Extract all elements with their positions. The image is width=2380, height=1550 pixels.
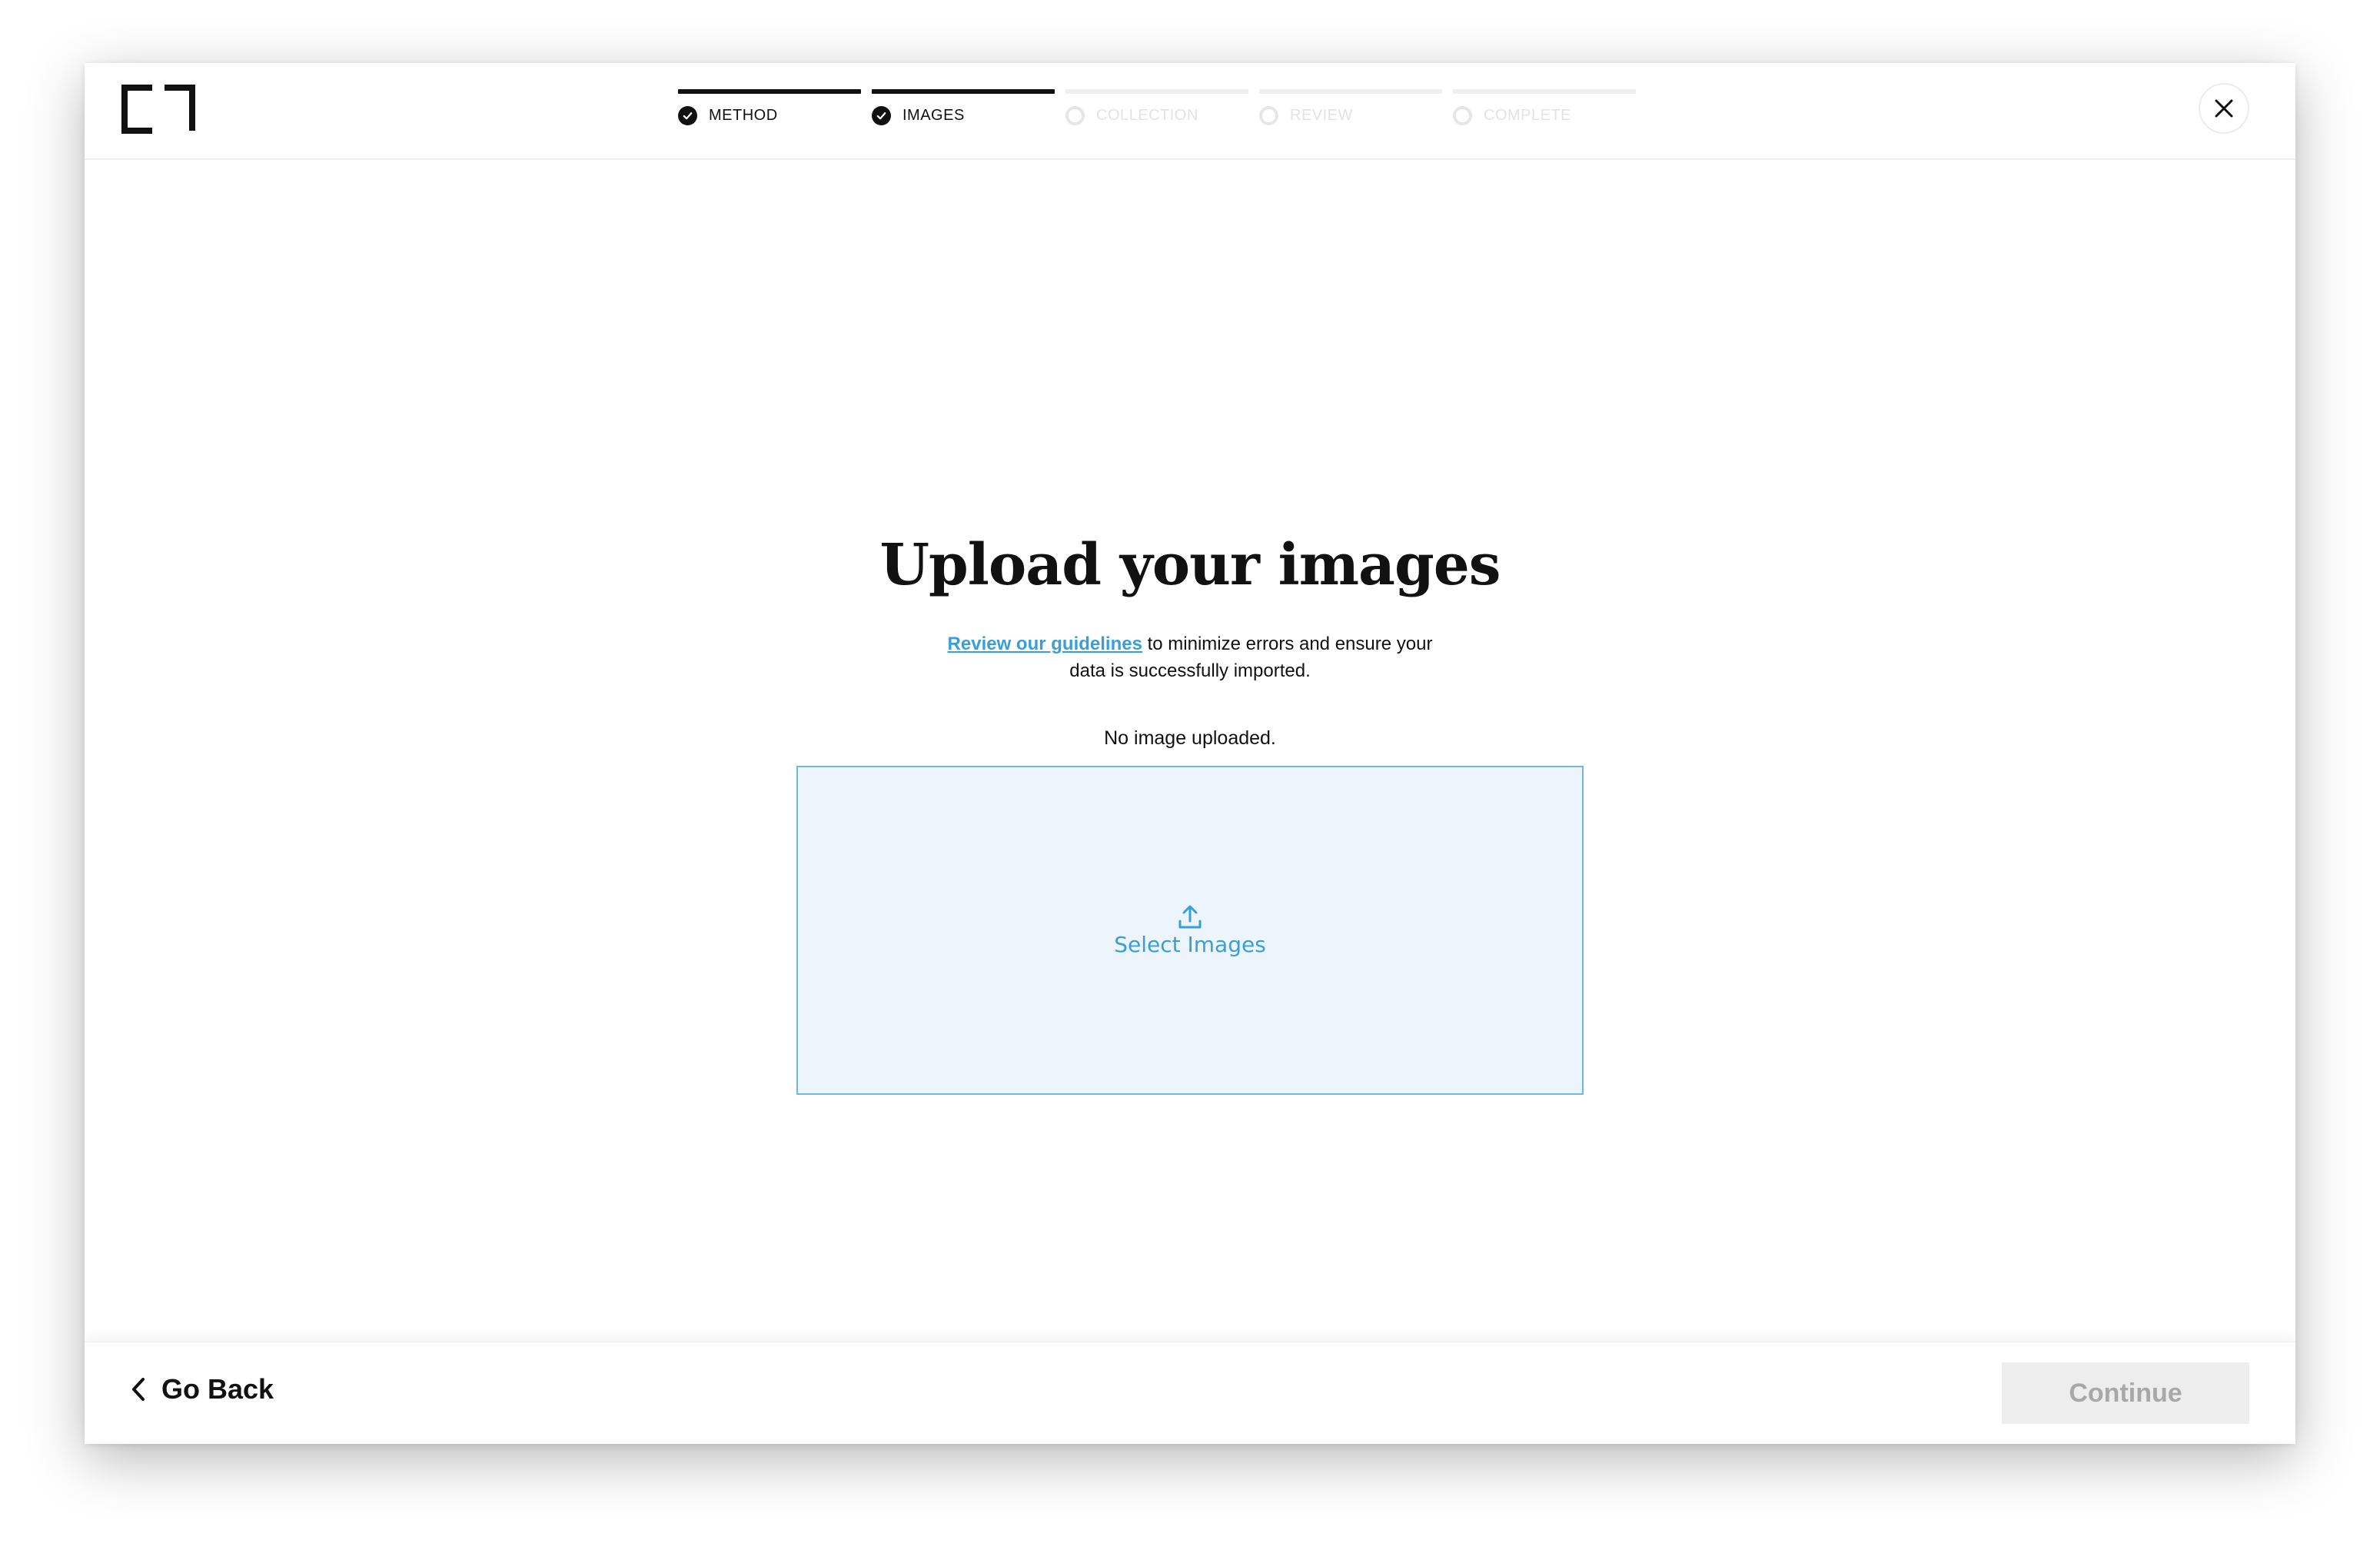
step-bar (872, 89, 1055, 94)
step-label: METHOD (709, 107, 778, 124)
continue-button[interactable]: Continue (2002, 1362, 2249, 1424)
wizard-header: METHOD IMAGES COLLECTION REVIEW COMPLETE (85, 63, 2295, 160)
guidelines-description: Review our guidelines to minimize errors… (929, 630, 1451, 684)
go-back-button[interactable]: Go Back (129, 1373, 274, 1405)
chevron-left-icon (132, 1378, 145, 1401)
progress-steps: METHOD IMAGES COLLECTION REVIEW COMPLETE (678, 89, 1636, 125)
circle-icon (1453, 106, 1472, 125)
step-method: METHOD (678, 89, 861, 125)
close-button[interactable] (2199, 83, 2249, 134)
image-dropzone[interactable]: Select Images (796, 766, 1584, 1095)
step-review: REVIEW (1259, 89, 1442, 125)
step-label: COMPLETE (1484, 107, 1572, 124)
step-bar (1453, 89, 1636, 94)
brand-logo-icon (121, 85, 195, 134)
step-complete: COMPLETE (1453, 89, 1636, 125)
select-images-label[interactable]: Select Images (1114, 932, 1266, 957)
step-images: IMAGES (872, 89, 1055, 125)
step-label: IMAGES (902, 107, 965, 124)
upload-status: No image uploaded. (1104, 727, 1276, 749)
step-bar (1065, 89, 1248, 94)
step-collection: COLLECTION (1065, 89, 1248, 125)
page-title: Upload your images (879, 532, 1501, 598)
upload-content: Upload your images Review our guidelines… (85, 160, 2295, 1405)
import-wizard-window: METHOD IMAGES COLLECTION REVIEW COMPLETE… (85, 63, 2295, 1444)
guidelines-link[interactable]: Review our guidelines (948, 634, 1142, 654)
step-label: COLLECTION (1096, 107, 1198, 124)
step-bar (678, 89, 861, 94)
go-back-label: Go Back (161, 1373, 274, 1405)
upload-icon (1178, 905, 1202, 928)
check-circle-icon (872, 106, 891, 125)
step-label: REVIEW (1290, 107, 1353, 124)
close-icon (2215, 99, 2233, 118)
circle-icon (1259, 106, 1278, 125)
wizard-footer: Go Back Continue (85, 1342, 2295, 1444)
check-circle-icon (678, 106, 697, 125)
step-bar (1259, 89, 1442, 94)
circle-icon (1065, 106, 1085, 125)
